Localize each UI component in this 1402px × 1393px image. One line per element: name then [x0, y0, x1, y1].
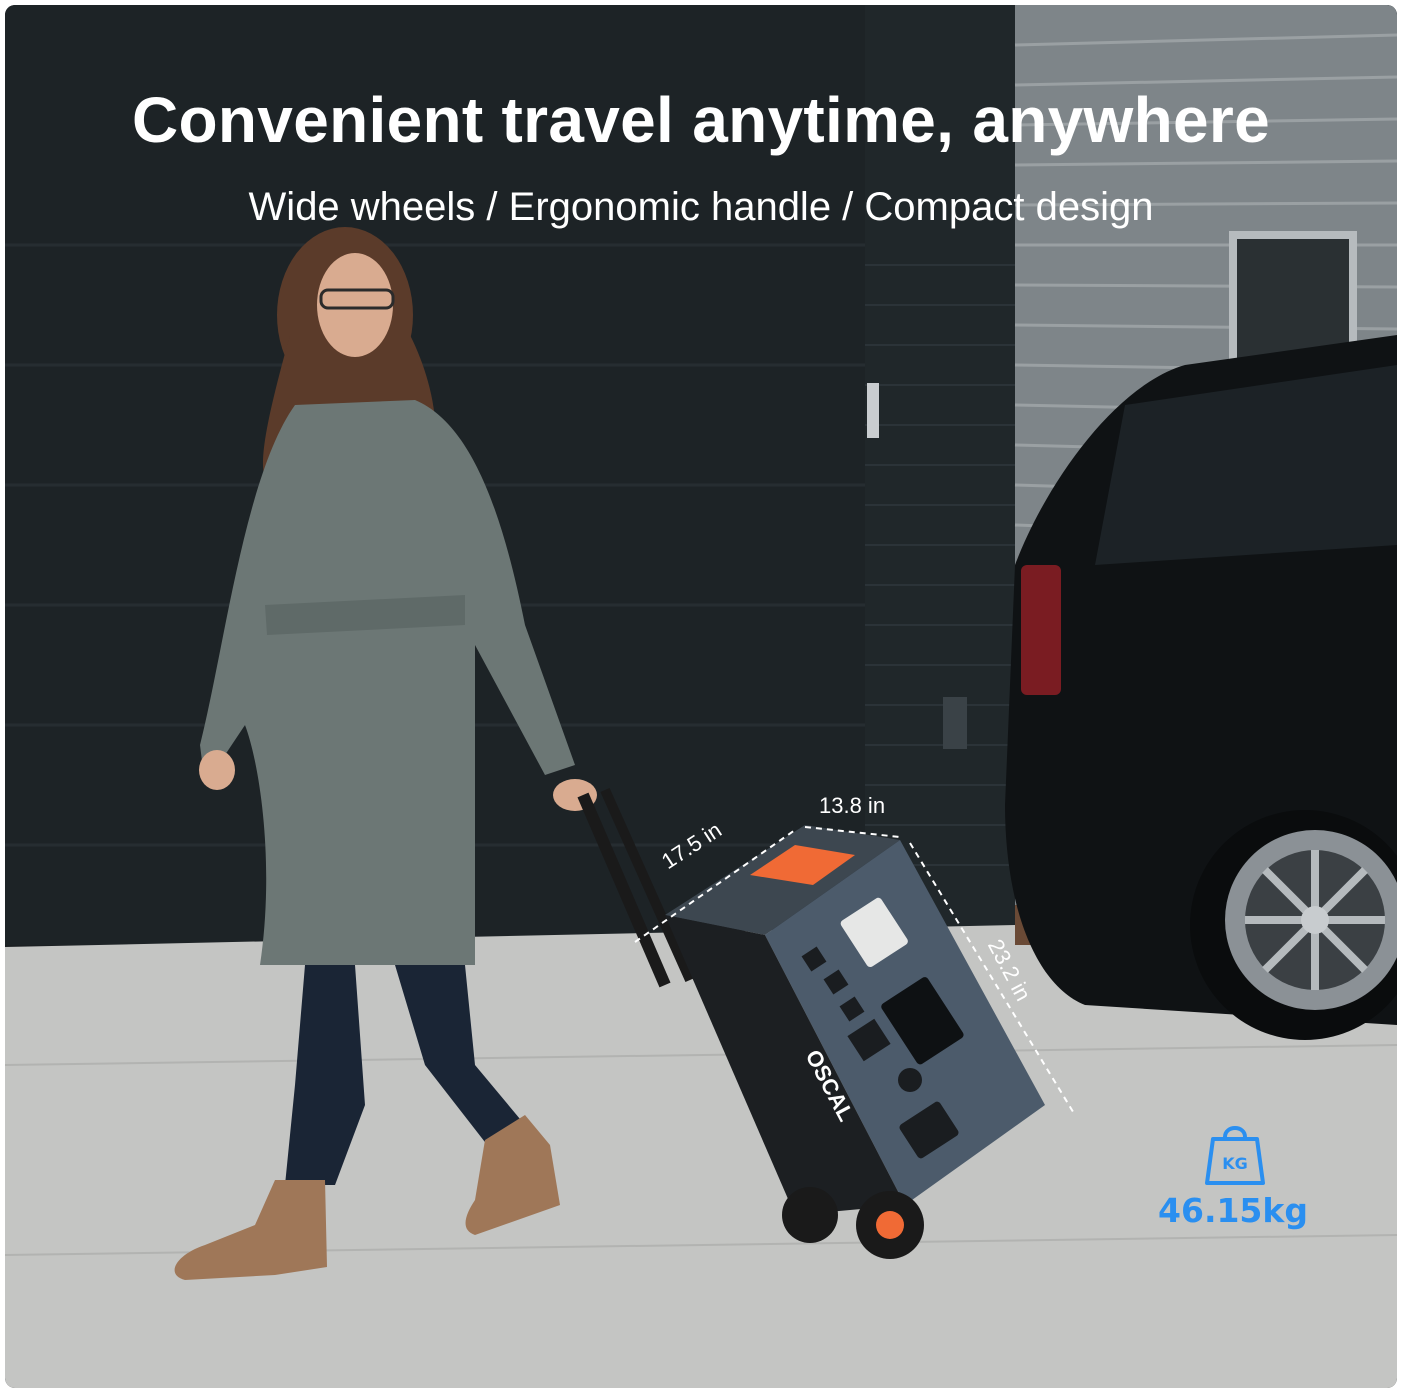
weight-icon: KG	[1205, 1126, 1265, 1185]
hero-image: OSCAL Convenient travel anytime, anywher…	[5, 5, 1397, 1388]
face	[317, 253, 393, 357]
weight-value: 46.15kg	[1158, 1191, 1308, 1230]
wall-light	[943, 697, 967, 749]
dimension-width-label: 13.8 in	[819, 793, 886, 818]
weight-badge: KG 46.15kg	[1153, 1117, 1313, 1230]
weight-unit-badge: KG	[1222, 1154, 1248, 1173]
wall-switch	[867, 383, 879, 438]
subheadline: Wide wheels / Ergonomic handle / Compact…	[248, 185, 1154, 229]
headline: Convenient travel anytime, anywhere	[132, 84, 1270, 156]
